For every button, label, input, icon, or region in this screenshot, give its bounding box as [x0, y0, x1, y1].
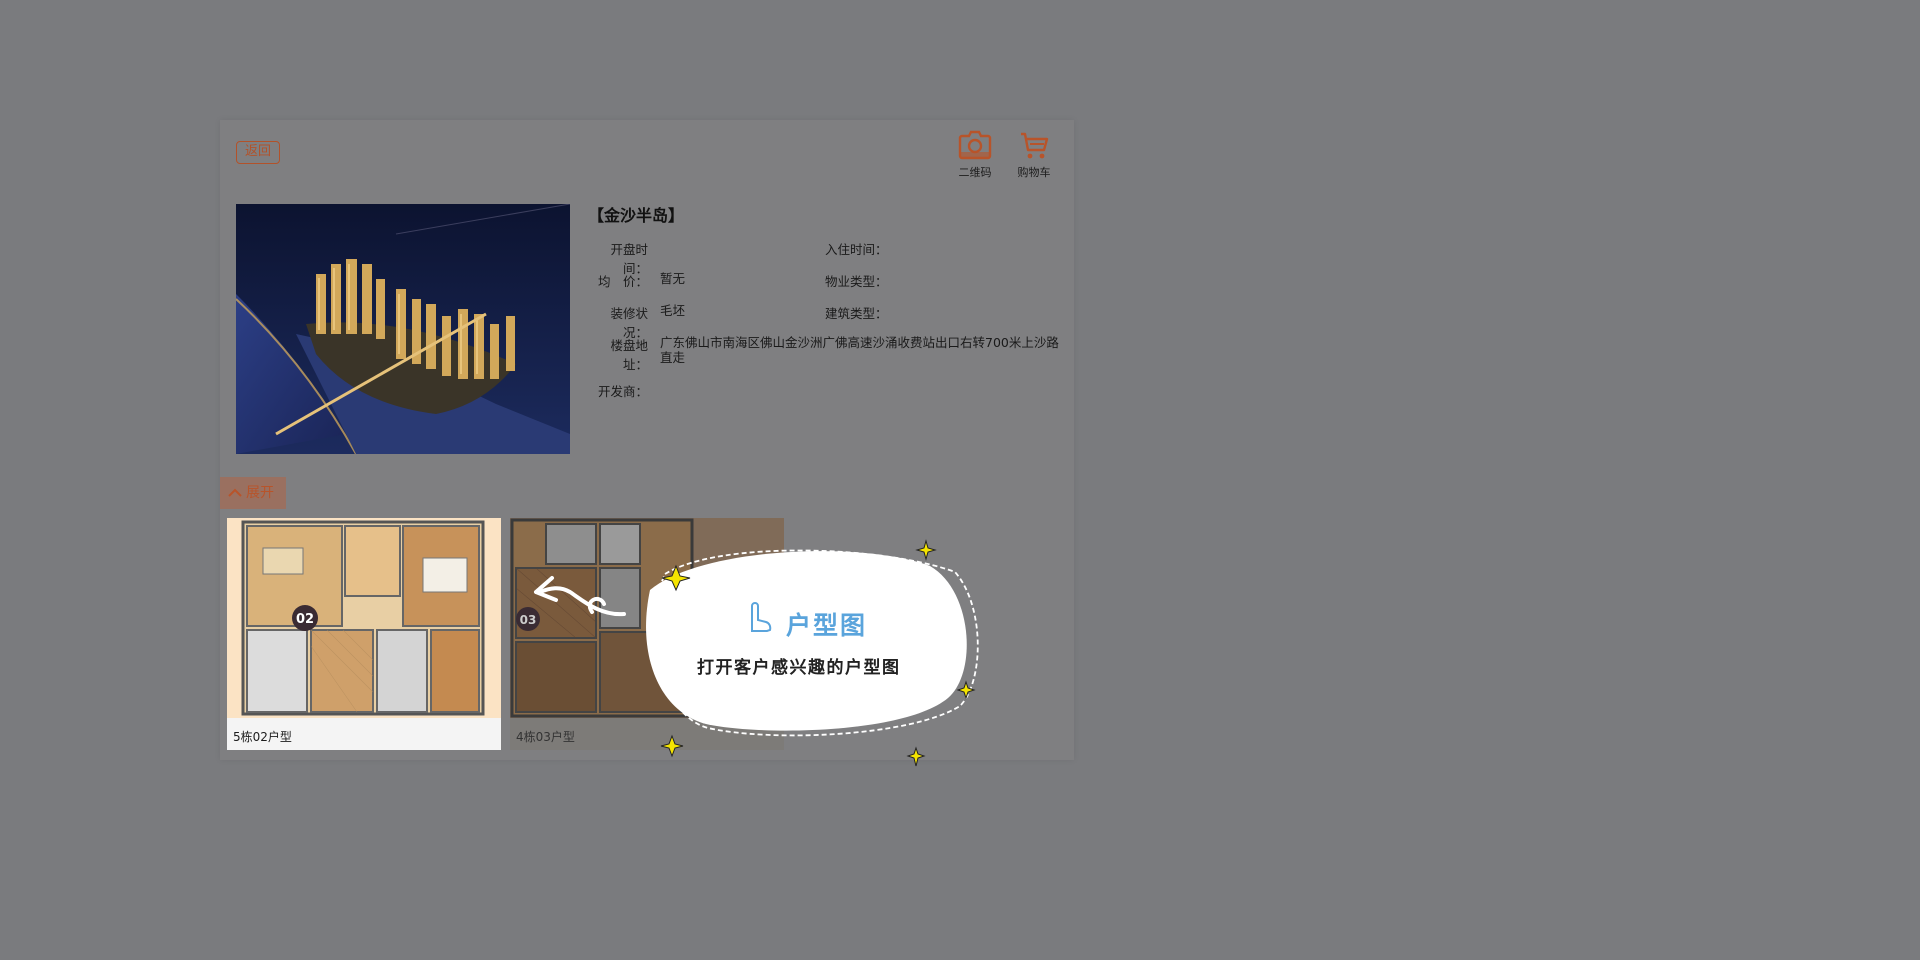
tooltip-subtitle: 打开客户感兴趣的户型图: [697, 658, 901, 678]
floorplan-caption: 5栋02户型: [233, 730, 292, 744]
address-label: 楼盘地址：: [610, 338, 648, 372]
address-value: 广东佛山市南海区佛山金沙洲广佛高速沙涌收费站出口右转700米上沙路直走: [660, 335, 1059, 365]
property-info: 开盘时间： 入住时间： 均 价： 暂无 物业类型： 装修状况： 毛坯 建筑类型：…: [588, 239, 1078, 413]
shopping-cart-icon: [1021, 132, 1049, 159]
tooltip-title: 户型图: [786, 611, 868, 640]
info-row: 装修状况： 毛坯 建筑类型：: [588, 303, 1078, 340]
floorplan-badge: 02: [296, 612, 314, 627]
property-type-label: 物业类型：: [825, 274, 888, 289]
floorplan-caption: 4栋03户型: [516, 730, 575, 744]
camera-icon: [958, 130, 992, 160]
property-title: 【金沙半岛】: [588, 206, 685, 225]
back-button[interactable]: 返回: [236, 141, 280, 164]
floorplan-card[interactable]: 03 4栋03户型: [510, 518, 784, 750]
cart-label: 购物车: [1017, 166, 1051, 179]
expand-label: 展开: [246, 485, 274, 501]
qr-code-button[interactable]: 二维码: [947, 130, 1003, 180]
floorplan-badge: 03: [520, 613, 537, 627]
info-row: 均 价： 暂无 物业类型：: [588, 271, 1078, 303]
info-row: 开发商：: [588, 381, 1078, 413]
floorplan-image: 03: [510, 518, 784, 718]
building-type-label: 建筑类型：: [825, 306, 888, 321]
expand-toggle[interactable]: 展开: [220, 477, 286, 509]
cart-button[interactable]: 购物车: [1006, 130, 1062, 180]
qr-code-label: 二维码: [958, 166, 992, 179]
chevron-up-icon: [228, 488, 242, 497]
avg-price-label: 均 价：: [597, 274, 648, 289]
move-in-label: 入住时间：: [825, 242, 888, 257]
developer-label: 开发商：: [597, 384, 648, 399]
info-row: 楼盘地址： 广东佛山市南海区佛山金沙洲广佛高速沙涌收费站出口右转700米上沙路直…: [588, 335, 1078, 381]
floorplan-image: 02: [227, 518, 501, 718]
property-photo: [236, 204, 570, 454]
floorplan-card[interactable]: 02 5栋02户型: [227, 518, 501, 750]
info-row: 开盘时间： 入住时间：: [588, 239, 1078, 276]
property-detail-panel: 返回 二维码 购物车 【金沙半岛】 开盘时间： 入住时间： 均 价： 暂无 物业…: [220, 120, 1074, 760]
